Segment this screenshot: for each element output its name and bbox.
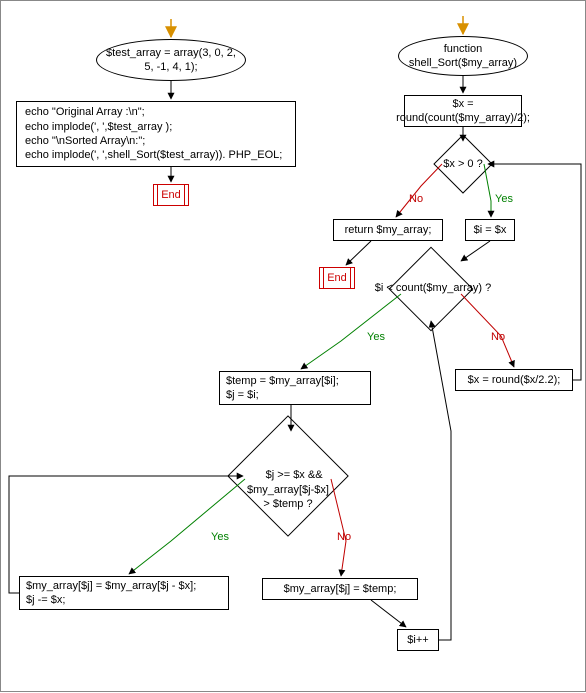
cond-j-diamond: [227, 415, 349, 537]
temp-text: $temp = $my_array[$i]; $j = $i;: [226, 374, 339, 403]
cond-i-no-label: No: [491, 331, 505, 343]
cond-j-yes-label: Yes: [211, 531, 229, 543]
left-end-node: End: [153, 184, 189, 206]
temp-node: $temp = $my_array[$i]; $j = $i;: [219, 371, 371, 405]
swap-node: $my_array[$j] = $my_array[$j - $x]; $j -…: [19, 576, 229, 610]
cond-j-no-label: No: [337, 531, 351, 543]
cond-x-yes-label: Yes: [495, 193, 513, 205]
cond-i-yes-label: Yes: [367, 331, 385, 343]
return-text: return $my_array;: [345, 223, 432, 237]
update-x-text: $x = round($x/2.2);: [468, 373, 561, 387]
left-echo-node: echo "Original Array :\n"; echo implode(…: [16, 101, 296, 167]
inc-i-node: $i++: [397, 629, 439, 651]
init-i-node: $i = $x: [465, 219, 515, 241]
inc-i-text: $i++: [407, 633, 428, 647]
init-x-node: $x = round(count($my_array)/2);: [404, 95, 522, 127]
flowchart-container: $test_array = array(3, 0, 2, 5, -1, 4, 1…: [0, 0, 586, 692]
func-start-node: function shell_Sort($my_array): [398, 36, 528, 76]
cond-i-diamond: [389, 247, 474, 332]
swap-text: $my_array[$j] = $my_array[$j - $x]; $j -…: [26, 579, 196, 608]
left-echo-text: echo "Original Array :\n"; echo implode(…: [25, 105, 282, 162]
left-start-text: $test_array = array(3, 0, 2, 5, -1, 4, 1…: [103, 46, 239, 75]
left-start-node: $test_array = array(3, 0, 2, 5, -1, 4, 1…: [96, 39, 246, 81]
assign-temp-text: $my_array[$j] = $temp;: [284, 582, 397, 596]
cond-x-no-label: No: [409, 193, 423, 205]
func-start-text: function shell_Sort($my_array): [409, 42, 517, 71]
init-x-text: $x = round(count($my_array)/2);: [396, 97, 530, 126]
left-end-text: End: [161, 189, 181, 201]
right-end-node: End: [319, 267, 355, 289]
right-end-text: End: [327, 272, 347, 284]
assign-temp-node: $my_array[$j] = $temp;: [262, 578, 418, 600]
update-x-node: $x = round($x/2.2);: [455, 369, 573, 391]
cond-x-diamond: [433, 134, 492, 193]
init-i-text: $i = $x: [474, 223, 507, 237]
return-node: return $my_array;: [333, 219, 443, 241]
